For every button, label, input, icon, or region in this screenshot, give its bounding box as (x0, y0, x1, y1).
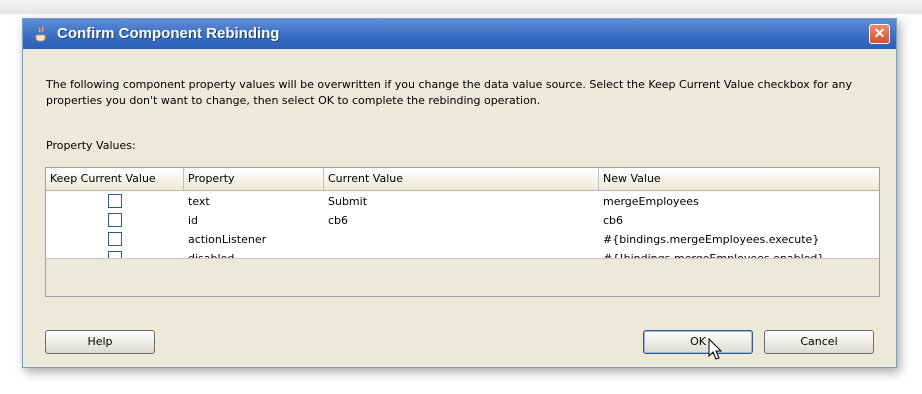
current-value-cell (324, 230, 328, 249)
ok-button[interactable]: OK (643, 330, 753, 354)
background-window-strip (0, 0, 922, 14)
current-value-cell: cb6 (328, 214, 349, 227)
table-row[interactable]: actionListener #{bindings.mergeEmployees… (46, 230, 879, 249)
dialog-title: Confirm Component Rebinding (57, 25, 280, 42)
java-cup-icon (35, 26, 47, 42)
column-header-current-value[interactable]: Current Value (324, 168, 599, 190)
column-header-property[interactable]: Property (184, 168, 324, 190)
property-cell: id (188, 214, 199, 227)
close-icon: ✕ (873, 25, 886, 41)
dialog-description: The following component property values … (46, 78, 852, 107)
property-values-table: Keep Current Value Property Current Valu… (45, 167, 880, 297)
column-header-keep-current-value[interactable]: Keep Current Value (46, 168, 184, 190)
keep-current-value-checkbox[interactable] (108, 213, 122, 227)
property-cell: actionListener (188, 233, 267, 246)
new-value-cell: #{bindings.mergeEmployees.execute} (603, 233, 820, 246)
current-value-cell: Submit (328, 195, 368, 208)
new-value-cell: cb6 (603, 214, 624, 227)
dialog-titlebar[interactable]: Confirm Component Rebinding ✕ (23, 19, 896, 49)
help-button[interactable]: Help (45, 330, 155, 354)
property-values-label: Property Values: (46, 139, 136, 152)
table-header: Keep Current Value Property Current Valu… (46, 168, 879, 191)
table-row[interactable]: text Submit mergeEmployees (46, 192, 879, 211)
cancel-button[interactable]: Cancel (764, 330, 874, 354)
confirm-rebinding-dialog: Confirm Component Rebinding ✕ The follow… (22, 18, 897, 368)
new-value-cell: mergeEmployees (603, 195, 699, 208)
keep-current-value-checkbox[interactable] (108, 194, 122, 208)
table-row[interactable]: id cb6 cb6 (46, 211, 879, 230)
close-button[interactable]: ✕ (869, 24, 890, 44)
property-cell: text (188, 195, 210, 208)
mouse-pointer-icon (708, 338, 723, 360)
table-empty-area (46, 258, 879, 296)
keep-current-value-checkbox[interactable] (108, 232, 122, 246)
column-header-new-value[interactable]: New Value (599, 168, 881, 190)
